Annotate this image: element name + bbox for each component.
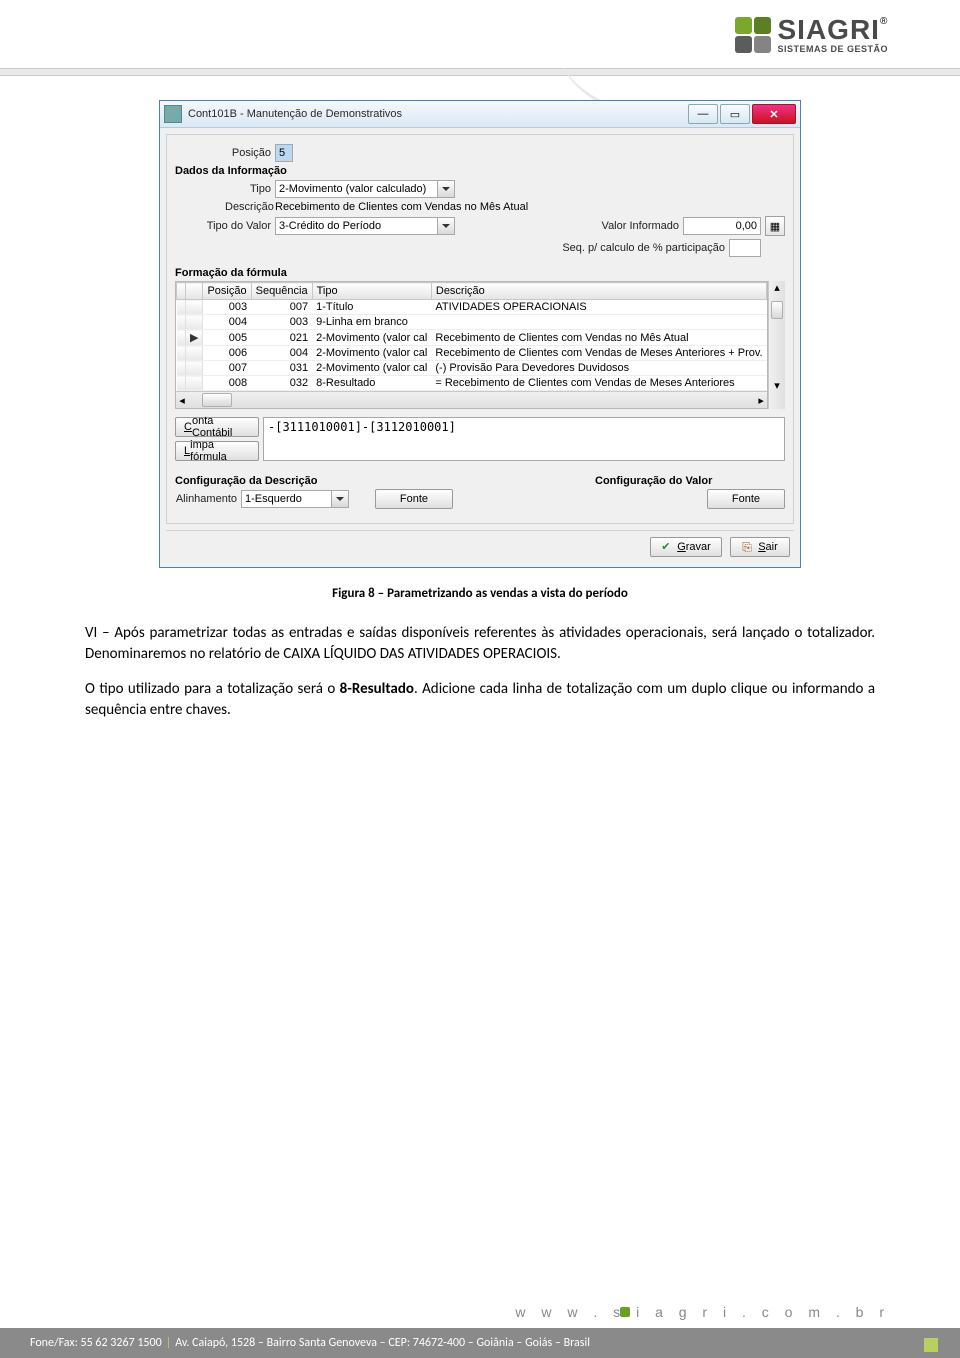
window-titlebar[interactable]: Cont101B - Manutenção de Demonstrativos …: [160, 101, 800, 128]
posicao-input[interactable]: [275, 144, 293, 162]
section-formula: Formação da fórmula: [175, 267, 785, 279]
conta-contabil-button[interactable]: Conta Contábil: [175, 417, 259, 437]
exit-icon: [742, 541, 754, 553]
alinhamento-label: Alinhamento: [175, 493, 237, 505]
table-row[interactable]: 0060042-Movimento (valor calRecebimento …: [177, 346, 767, 361]
chevron-down-icon[interactable]: [437, 218, 454, 234]
tipo-valor-label: Tipo do Valor: [193, 220, 271, 232]
valor-informado-input[interactable]: [683, 217, 761, 235]
check-icon: [661, 541, 673, 553]
formula-grid[interactable]: Posição Sequência Tipo Descrição 0030071…: [175, 281, 768, 409]
valor-informado-label: Valor Informado: [602, 220, 679, 232]
gravar-button[interactable]: Gravar: [650, 537, 722, 557]
paragraph-2: O tipo utilizado para a totalização será…: [85, 679, 875, 721]
section-dados: Dados da Informação: [175, 165, 785, 177]
sair-button[interactable]: Sair: [730, 537, 790, 557]
table-row[interactable]: ▶0050212-Movimento (valor calRecebimento…: [177, 330, 767, 346]
minimize-button[interactable]: —: [688, 104, 718, 124]
seq-participacao-input[interactable]: [729, 239, 761, 257]
table-row[interactable]: 0070312-Movimento (valor cal(-) Provisão…: [177, 361, 767, 376]
descricao-label: Descrição: [225, 201, 271, 213]
brand-subtitle: SISTEMAS DE GESTÃO: [777, 44, 888, 54]
brand-wordmark: SIAGRI: [777, 14, 879, 45]
calculator-icon[interactable]: ▦: [765, 216, 785, 236]
tipo-label: Tipo: [225, 183, 271, 195]
fonte-descricao-button[interactable]: Fonte: [375, 489, 453, 509]
page-footer: w w w . s i a g r i . c o m . b r Fone/F…: [0, 1306, 960, 1358]
horizontal-scrollbar[interactable]: ◂▸: [176, 391, 767, 408]
posicao-label: Posição: [225, 147, 271, 159]
chevron-down-icon[interactable]: [437, 181, 454, 197]
tipo-combo[interactable]: [275, 180, 455, 198]
vertical-scrollbar[interactable]: ▴ ▾: [768, 281, 785, 409]
footer-url: w w w . s i a g r i . c o m . b r: [515, 1304, 890, 1320]
formula-textarea[interactable]: -[3111010001]-[3112010001]: [263, 417, 785, 461]
window-title: Cont101B - Manutenção de Demonstrativos: [188, 108, 688, 120]
app-icon: [164, 105, 182, 123]
seq-participacao-label: Seq. p/ calculo de % participação: [562, 242, 725, 254]
logo-mark-icon: [735, 17, 771, 53]
figure-caption: Figura 8 – Parametrizando as vendas a vi…: [85, 586, 875, 601]
chevron-down-icon[interactable]: [331, 491, 348, 507]
tipo-valor-combo[interactable]: [275, 217, 455, 235]
close-button[interactable]: ✕: [752, 104, 796, 124]
app-window: Cont101B - Manutenção de Demonstrativos …: [159, 100, 801, 568]
paragraph-1: VI – Após parametrizar todas as entradas…: [85, 623, 875, 665]
maximize-button[interactable]: ▭: [720, 104, 750, 124]
table-row[interactable]: 0080328-Resultado= Recebimento de Client…: [177, 376, 767, 391]
descricao-value: Recebimento de Clientes com Vendas no Mê…: [275, 201, 528, 213]
section-config-valor: Configuração do Valor: [595, 475, 785, 487]
section-config-descricao: Configuração da Descrição: [175, 475, 591, 487]
brand-logo: SIAGRI® SISTEMAS DE GESTÃO: [735, 16, 888, 54]
table-row[interactable]: 0030071-TítuloATIVIDADES OPERACIONAIS: [177, 300, 767, 315]
corner-square-icon: [924, 1338, 938, 1352]
fonte-valor-button[interactable]: Fonte: [707, 489, 785, 509]
table-row[interactable]: 0040039-Linha em branco: [177, 315, 767, 330]
alinhamento-combo[interactable]: [241, 490, 349, 508]
footer-band: Fone/Fax: 55 62 3267 1500|Av. Caiapó, 15…: [0, 1328, 960, 1358]
limpa-formula-button[interactable]: Limpa fórmula: [175, 441, 259, 461]
